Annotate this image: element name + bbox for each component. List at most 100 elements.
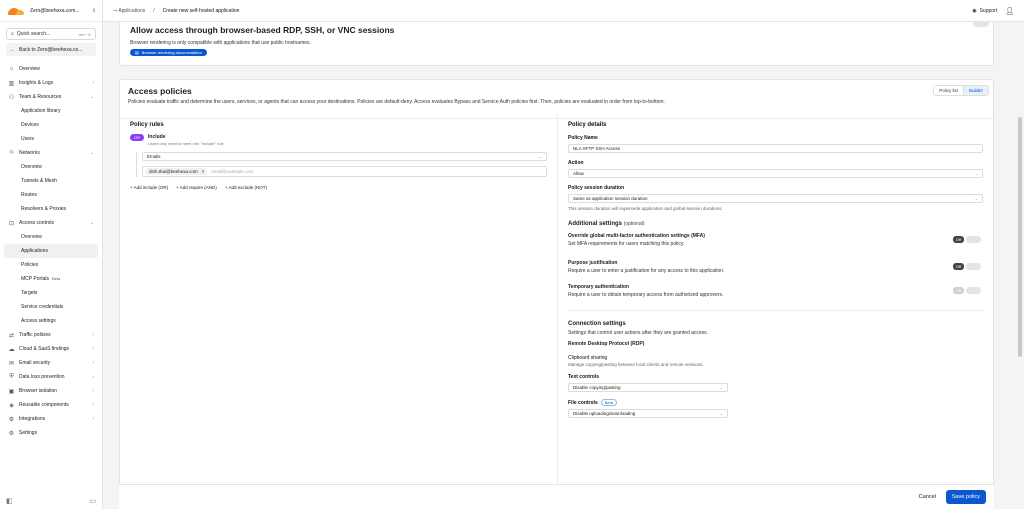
- browser-rendering-card: Allow access through browser-based RDP, …: [119, 22, 994, 66]
- sidebar-item-networks-overview[interactable]: Overview: [4, 160, 98, 174]
- browser-rendering-desc: Browser rendering is only compatible wit…: [130, 40, 311, 46]
- sidebar-item-service-credentials[interactable]: Service credentials: [4, 300, 98, 314]
- sidebar-item-users[interactable]: Users: [4, 132, 98, 146]
- sidebar-item-devices[interactable]: Devices: [4, 118, 98, 132]
- chevron-down-icon: ⌄: [974, 171, 978, 176]
- scrollbar[interactable]: [1018, 117, 1022, 357]
- browser-rendering-toggle[interactable]: [973, 22, 989, 27]
- session-duration-value: Same as application session duration: [573, 196, 648, 201]
- purpose-toggle[interactable]: Off: [952, 263, 981, 270]
- sidebar-item-applications[interactable]: Applications: [4, 244, 98, 258]
- chevron-right-icon: ›: [92, 388, 94, 394]
- sidebar-item-label: Data loss prevention: [19, 374, 65, 380]
- rule-selector[interactable]: Emails ⌄: [142, 152, 547, 161]
- connection-settings-desc: Settings that control user actions after…: [568, 330, 709, 336]
- sidebar-item-reusable[interactable]: ◈ Reusable components ›: [4, 398, 98, 412]
- chevron-right-icon: ›: [92, 374, 94, 380]
- sidebar-item-label: Targets: [21, 290, 38, 296]
- sidebar-item-team[interactable]: ⚇ Team & Resources ⌄: [4, 90, 98, 104]
- tab-builder[interactable]: Builder: [962, 86, 988, 95]
- doc-link-label: Browser rendering documentation: [141, 50, 202, 55]
- sidebar-item-overview[interactable]: ⌂ Overview: [4, 62, 98, 76]
- sidebar-item-label: Team & Resources: [19, 94, 62, 100]
- text-controls-select[interactable]: Disable copying/pasting ⌄: [568, 383, 728, 392]
- browser-rendering-title: Allow access through browser-based RDP, …: [130, 25, 395, 35]
- policy-rules-title: Policy rules: [130, 122, 164, 128]
- save-policy-button[interactable]: Save policy: [945, 490, 986, 504]
- action-label: Action: [568, 160, 584, 166]
- sidebar-item-traffic-policies[interactable]: ⇄ Traffic policies ›: [4, 328, 98, 342]
- sidebar-item-access-overview[interactable]: Overview: [4, 230, 98, 244]
- sidebar-item-insights[interactable]: ▥ Insights & Logs ›: [4, 76, 98, 90]
- feedback-icon[interactable]: ▭: [89, 497, 96, 505]
- sidebar-item-networks[interactable]: ⛗ Networks ⌄: [4, 146, 98, 160]
- include-text: Include Users only need to meet one "Inc…: [148, 134, 224, 146]
- sidebar-item-access-settings[interactable]: Access settings: [4, 314, 98, 328]
- sidebar-item-settings[interactable]: ⚙ Settings: [4, 426, 98, 440]
- sidebar-item-access-controls[interactable]: ⊡ Access controls ⌄: [4, 216, 98, 230]
- sidebar-item-integrations[interactable]: ⚙ Integrations ›: [4, 412, 98, 426]
- sidebar-item-targets[interactable]: Targets: [4, 286, 98, 300]
- sidebar-nav: ⌂ Overview ▥ Insights & Logs › ⚇ Team & Reso…: [0, 62, 102, 440]
- browser-icon: ▣: [8, 388, 15, 395]
- quick-search[interactable]: ⌕ Quick search... ctrl + K: [6, 28, 96, 40]
- include-hint: Users only need to meet one "Include" ru…: [148, 141, 224, 146]
- sidebar-item-app-library[interactable]: Application library: [4, 104, 98, 118]
- add-exclude-button[interactable]: + Add exclude (NOT): [225, 185, 267, 190]
- file-controls-select[interactable]: Disable uploading/downloading ⌄: [568, 409, 728, 418]
- account-switcher[interactable]: Zero@beehexa.com... ⇕: [0, 0, 102, 22]
- sidebar-item-mcp-portals[interactable]: MCP Portals Beta: [4, 272, 98, 286]
- rdp-title: Remote Desktop Protocol (RDP): [568, 341, 645, 347]
- policy-name-input[interactable]: NLA SFTP SSH Access: [568, 144, 983, 153]
- sidebar-item-cloud-saas[interactable]: ☁ Cloud & SaaS findings ›: [4, 342, 98, 356]
- sidebar-item-browser-isolation[interactable]: ▣ Browser isolation ›: [4, 384, 98, 398]
- sidebar-item-label: Cloud & SaaS findings: [19, 346, 70, 352]
- sidebar-item-dlp[interactable]: ⛨ Data loss prevention ›: [4, 370, 98, 384]
- chevron-down-icon: ⌄: [719, 385, 723, 390]
- cancel-button[interactable]: Cancel: [919, 494, 936, 500]
- support-button[interactable]: ◉ Support: [972, 8, 997, 14]
- form-footer: Cancel Save policy: [119, 484, 994, 509]
- email-values-input[interactable]: dinh.thai@beehexa.com × email@example.com: [142, 166, 547, 177]
- session-duration-select[interactable]: Same as application session duration ⌄: [568, 194, 983, 203]
- user-icon[interactable]: 👤︎: [1005, 7, 1014, 15]
- tab-policy-list[interactable]: Policy list: [934, 86, 963, 95]
- team-icon: ⚇: [8, 94, 15, 101]
- text-controls-value: Disable copying/pasting: [573, 385, 621, 390]
- breadcrumb-applications[interactable]: ⊸ Applications: [113, 8, 145, 14]
- mfa-toggle[interactable]: Off: [952, 236, 981, 243]
- sidebar-item-routes[interactable]: Routes: [4, 188, 98, 202]
- chevron-right-icon: ›: [92, 80, 94, 86]
- beta-badge: Beta: [51, 276, 61, 281]
- purpose-text: Purpose justification Require a user to …: [568, 260, 953, 274]
- sidebar-item-label: Resolvers & Proxies: [21, 206, 67, 212]
- action-select[interactable]: Allow ⌄: [568, 169, 983, 178]
- beta-badge: Beta: [600, 399, 617, 406]
- shield-icon: ⛨: [9, 373, 14, 380]
- account-name: Zero@beehexa.com...: [30, 7, 80, 14]
- purpose-desc: Require a user to enter a justification …: [568, 268, 725, 274]
- sidebar-item-label: Reusable components: [19, 402, 69, 408]
- chevron-right-icon: ›: [92, 416, 94, 422]
- include-rule: Emails ⌄ dinh.thai@beehexa.com × email@exa…: [136, 152, 547, 177]
- add-require-button[interactable]: + Add require (AND): [176, 185, 217, 190]
- sidebar-item-policies[interactable]: Policies: [4, 258, 98, 272]
- sidebar-item-resolvers[interactable]: Resolvers & Proxies: [4, 202, 98, 216]
- mail-icon: ✉: [8, 360, 15, 367]
- temp-auth-toggle[interactable]: Off: [952, 287, 981, 294]
- gear-icon: ⚙: [8, 430, 15, 437]
- arrow-left-icon: ←: [10, 46, 15, 53]
- sidebar-item-tunnels[interactable]: Tunnels & Mesh: [4, 174, 98, 188]
- add-include-button[interactable]: + Add include (OR): [130, 185, 168, 190]
- collapse-sidebar-icon[interactable]: ◧: [6, 497, 13, 505]
- remove-chip-icon[interactable]: ×: [202, 169, 205, 174]
- support-label: Support: [979, 7, 998, 14]
- policy-details-panel: Policy details Policy Name NLA SFTP SSH …: [558, 114, 993, 509]
- temp-auth-setting: Temporary authentication Require a user …: [568, 284, 983, 298]
- chevron-down-icon: ⌄: [538, 154, 542, 159]
- sidebar-item-label: Traffic policies: [19, 332, 51, 338]
- browser-rendering-doc-link[interactable]: ▤ Browser rendering documentation: [130, 49, 207, 56]
- mcp-label: MCP Portals: [21, 276, 49, 282]
- sidebar-item-email-security[interactable]: ✉ Email security ›: [4, 356, 98, 370]
- back-button[interactable]: ← Back to Zero@beehexa.co...: [6, 43, 96, 56]
